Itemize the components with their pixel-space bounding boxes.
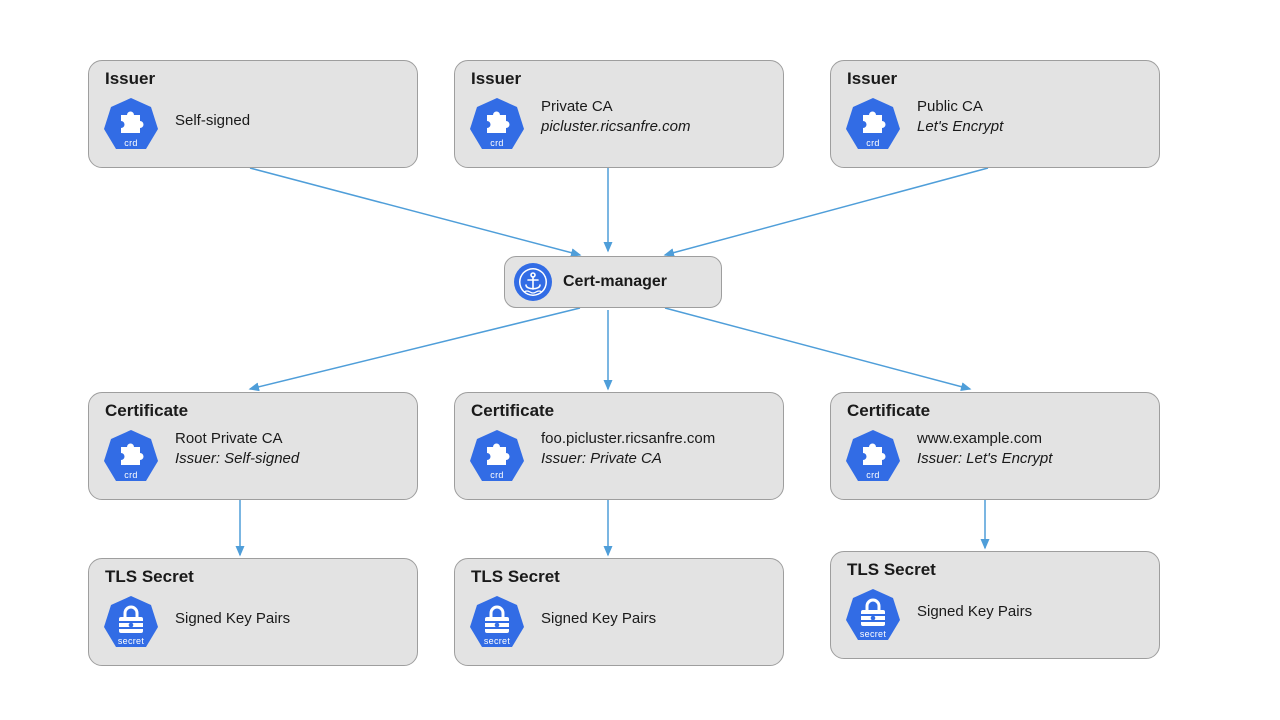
- box-title: TLS Secret: [105, 567, 194, 587]
- cert-manager-label: Cert-manager: [563, 273, 667, 291]
- issuer-line1: Private CA: [541, 97, 691, 117]
- secret-line1: Signed Key Pairs: [175, 609, 290, 629]
- issuer-box-3: Issuer crd Public CA Let's Encrypt: [830, 60, 1160, 168]
- crd-icon: crd: [469, 429, 529, 489]
- cert-manager-icon: [513, 262, 553, 302]
- box-title: TLS Secret: [471, 567, 560, 587]
- cert-box-1: Certificate crd Root Private CA Issuer: …: [88, 392, 418, 500]
- issuer-line2: picluster.ricsanfre.com: [541, 117, 691, 137]
- cert-line1: www.example.com: [917, 429, 1052, 449]
- cert-line1: Root Private CA: [175, 429, 299, 449]
- box-title: Issuer: [105, 69, 155, 89]
- issuer-line2: Let's Encrypt: [917, 117, 1003, 137]
- secret-box-1: TLS Secret secret Signed Key Pairs: [88, 558, 418, 666]
- crd-icon: crd: [469, 97, 529, 157]
- issuer-line1: Public CA: [917, 97, 1003, 117]
- secret-line1: Signed Key Pairs: [917, 602, 1032, 622]
- box-title: Issuer: [847, 69, 897, 89]
- box-title: Certificate: [471, 401, 554, 421]
- secret-icon: secret: [103, 595, 163, 655]
- crd-icon: crd: [103, 97, 163, 157]
- box-title: TLS Secret: [847, 560, 936, 580]
- cert-line2: Issuer: Let's Encrypt: [917, 449, 1052, 469]
- crd-icon: crd: [845, 97, 905, 157]
- cert-line2: Issuer: Self-signed: [175, 449, 299, 469]
- secret-line1: Signed Key Pairs: [541, 609, 656, 629]
- issuer-box-2: Issuer crd Private CA picluster.ricsanfr…: [454, 60, 784, 168]
- cert-line2: Issuer: Private CA: [541, 449, 715, 469]
- diagram-stage: Issuer crd Self-signed Issuer crd Privat…: [0, 0, 1280, 720]
- box-title: Certificate: [847, 401, 930, 421]
- secret-box-3: TLS Secret secret Signed Key Pairs: [830, 551, 1160, 659]
- secret-icon: secret: [469, 595, 529, 655]
- secret-box-2: TLS Secret secret Signed Key Pairs: [454, 558, 784, 666]
- issuer-box-1: Issuer crd Self-signed: [88, 60, 418, 168]
- crd-icon: crd: [845, 429, 905, 489]
- cert-box-2: Certificate crd foo.picluster.ricsanfre.…: [454, 392, 784, 500]
- issuer-line1: Self-signed: [175, 111, 250, 131]
- box-title: Issuer: [471, 69, 521, 89]
- cert-box-3: Certificate crd www.example.com Issuer: …: [830, 392, 1160, 500]
- cert-line1: foo.picluster.ricsanfre.com: [541, 429, 715, 449]
- box-title: Certificate: [105, 401, 188, 421]
- crd-icon: crd: [103, 429, 163, 489]
- cert-manager-box: Cert-manager: [504, 256, 722, 308]
- secret-icon: secret: [845, 588, 905, 648]
